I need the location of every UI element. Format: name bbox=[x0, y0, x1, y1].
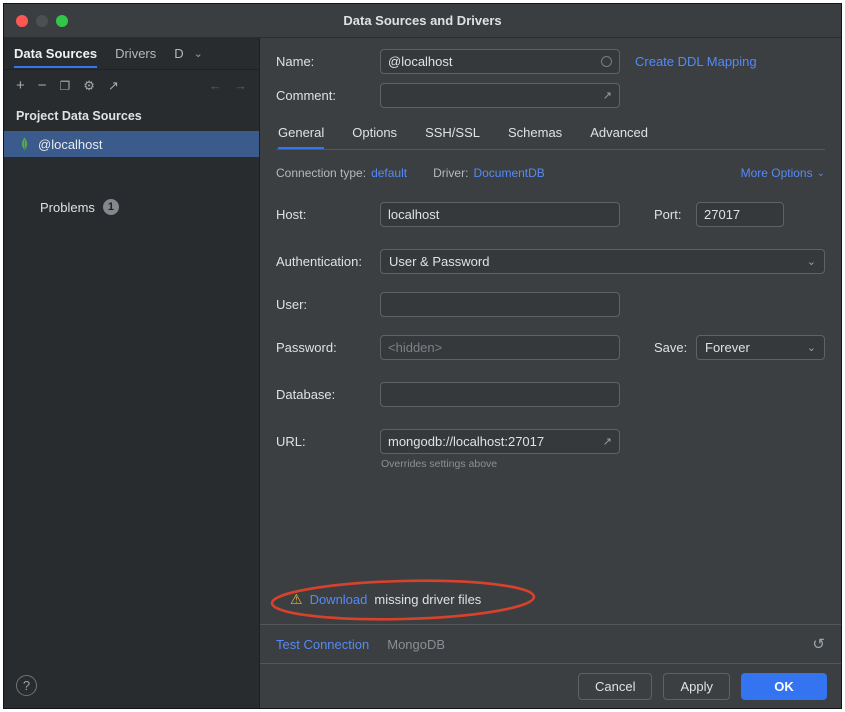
driver-value-link[interactable]: DocumentDB bbox=[473, 166, 544, 180]
user-input[interactable] bbox=[388, 297, 612, 312]
password-field[interactable] bbox=[380, 335, 620, 360]
name-input[interactable] bbox=[388, 54, 595, 69]
password-input[interactable] bbox=[388, 340, 612, 355]
loading-ring-icon bbox=[601, 56, 612, 67]
revert-icon[interactable]: ↺ bbox=[812, 635, 825, 653]
url-label: URL: bbox=[276, 434, 380, 449]
url-input[interactable] bbox=[388, 434, 597, 449]
driver-name-text: MongoDB bbox=[387, 637, 445, 652]
driver-label: Driver: bbox=[433, 166, 468, 180]
datasource-item-localhost[interactable]: @localhost bbox=[4, 131, 259, 157]
user-field[interactable] bbox=[380, 292, 620, 317]
url-hint: Overrides settings above bbox=[381, 458, 620, 470]
project-data-sources-header: Project Data Sources bbox=[4, 99, 259, 131]
host-label: Host: bbox=[276, 207, 380, 222]
expand-icon[interactable]: ↗ bbox=[603, 89, 612, 102]
authentication-select[interactable]: User & Password ⌄ bbox=[380, 249, 825, 274]
comment-row: Comment: ↗ bbox=[276, 83, 825, 108]
expand-icon[interactable]: ↗ bbox=[603, 435, 612, 448]
sidebar-tabs: Data Sources Drivers D ⌄ bbox=[4, 38, 259, 70]
back-arrow-icon[interactable]: ← bbox=[209, 79, 222, 92]
forward-arrow-icon[interactable]: → bbox=[234, 79, 247, 92]
download-driver-link[interactable]: Download bbox=[310, 592, 368, 607]
chevron-down-icon[interactable]: ⌄ bbox=[194, 47, 203, 60]
host-row: Host: Port: bbox=[276, 202, 825, 227]
remove-icon[interactable]: − bbox=[38, 78, 47, 93]
duplicate-icon[interactable]: ❐ bbox=[60, 80, 71, 92]
window-title: Data Sources and Drivers bbox=[4, 13, 841, 28]
more-options-link[interactable]: More Options ⌄ bbox=[741, 166, 825, 180]
sidebar: Data Sources Drivers D ⌄ + − ❐ ⚙ ↗ ← → P… bbox=[4, 38, 260, 708]
more-options-label: More Options bbox=[741, 166, 813, 180]
comment-input[interactable] bbox=[388, 88, 597, 103]
help-button[interactable]: ? bbox=[16, 675, 37, 696]
save-label: Save: bbox=[654, 340, 696, 355]
sidebar-toolbar: + − ❐ ⚙ ↗ ← → bbox=[4, 70, 259, 99]
authentication-value: User & Password bbox=[389, 254, 489, 269]
connection-type-value-link[interactable]: default bbox=[371, 166, 407, 180]
url-row: URL: ↗ Overrides settings above bbox=[276, 429, 825, 470]
port-label: Port: bbox=[654, 207, 696, 222]
titlebar: Data Sources and Drivers bbox=[4, 4, 841, 38]
port-input[interactable] bbox=[704, 207, 776, 222]
authentication-row: Authentication: User & Password ⌄ bbox=[276, 249, 825, 274]
connection-type-row: Connection type: default Driver: Documen… bbox=[276, 166, 825, 180]
tab-ssh-ssl[interactable]: SSH/SSL bbox=[425, 125, 480, 149]
tab-drivers[interactable]: Drivers bbox=[115, 39, 156, 68]
name-row: Name: Create DDL Mapping bbox=[276, 49, 825, 74]
comment-label: Comment: bbox=[276, 88, 380, 103]
tab-schemas[interactable]: Schemas bbox=[508, 125, 562, 149]
tab-advanced[interactable]: Advanced bbox=[590, 125, 648, 149]
test-connection-bar: Test Connection MongoDB ↺ bbox=[260, 624, 841, 663]
problems-label: Problems bbox=[40, 200, 95, 215]
main-panel: Name: Create DDL Mapping Comment: ↗ bbox=[260, 38, 841, 708]
warning-text: missing driver files bbox=[374, 592, 481, 607]
name-field[interactable] bbox=[380, 49, 620, 74]
database-label: Database: bbox=[276, 387, 380, 402]
database-field[interactable] bbox=[380, 382, 620, 407]
problems-count-badge: 1 bbox=[103, 199, 119, 215]
settings-tabs: General Options SSH/SSL Schemas Advanced bbox=[276, 125, 825, 150]
mongodb-leaf-icon bbox=[18, 137, 31, 152]
user-row: User: bbox=[276, 292, 825, 317]
save-value: Forever bbox=[705, 340, 750, 355]
chevron-down-icon: ⌄ bbox=[807, 341, 816, 354]
problems-item[interactable]: Problems 1 bbox=[4, 199, 259, 215]
host-field[interactable] bbox=[380, 202, 620, 227]
ok-button[interactable]: OK bbox=[741, 673, 827, 700]
tab-data-sources[interactable]: Data Sources bbox=[14, 39, 97, 68]
data-sources-dialog: Data Sources and Drivers Data Sources Dr… bbox=[3, 3, 842, 709]
database-row: Database: bbox=[276, 382, 825, 407]
add-icon[interactable]: + bbox=[16, 78, 25, 93]
chevron-down-icon: ⌄ bbox=[807, 255, 816, 268]
tab-options[interactable]: Options bbox=[352, 125, 397, 149]
create-ddl-mapping-link[interactable]: Create DDL Mapping bbox=[635, 54, 757, 69]
tab-ddl[interactable]: D bbox=[174, 39, 183, 68]
name-label: Name: bbox=[276, 54, 380, 69]
host-input[interactable] bbox=[388, 207, 612, 222]
password-label: Password: bbox=[276, 340, 380, 355]
port-field[interactable] bbox=[696, 202, 784, 227]
tab-general[interactable]: General bbox=[278, 125, 324, 149]
missing-driver-warning: ⚠ Download missing driver files bbox=[280, 586, 491, 612]
connection-type-label: Connection type: bbox=[276, 166, 366, 180]
user-label: User: bbox=[276, 297, 380, 312]
save-select[interactable]: Forever ⌄ bbox=[696, 335, 825, 360]
warning-triangle-icon: ⚠ bbox=[290, 591, 303, 608]
settings-gear-icon[interactable]: ⚙ bbox=[83, 79, 95, 92]
sidebar-footer: ? bbox=[4, 663, 259, 708]
test-connection-link[interactable]: Test Connection bbox=[276, 637, 369, 652]
apply-button[interactable]: Apply bbox=[663, 673, 730, 700]
cancel-button[interactable]: Cancel bbox=[578, 673, 652, 700]
datasource-item-label: @localhost bbox=[38, 137, 103, 152]
url-field[interactable]: ↗ bbox=[380, 429, 620, 454]
dialog-footer: Cancel Apply OK bbox=[260, 663, 841, 708]
database-input[interactable] bbox=[388, 387, 612, 402]
comment-field[interactable]: ↗ bbox=[380, 83, 620, 108]
chevron-down-icon: ⌄ bbox=[817, 168, 825, 179]
open-in-new-icon[interactable]: ↗ bbox=[108, 79, 119, 92]
authentication-label: Authentication: bbox=[276, 254, 380, 269]
password-row: Password: Save: Forever ⌄ bbox=[276, 335, 825, 360]
